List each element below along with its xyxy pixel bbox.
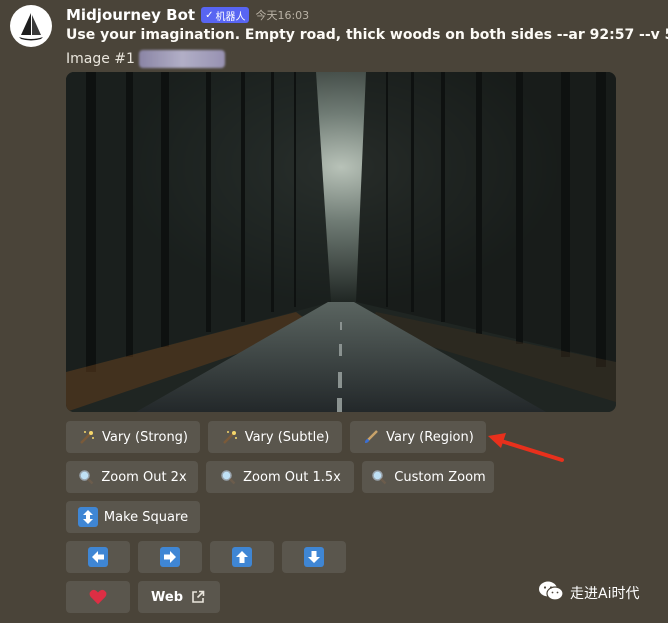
magic-wand-icon xyxy=(78,428,96,446)
custom-zoom-label: Custom Zoom xyxy=(394,469,486,485)
web-button[interactable]: Web xyxy=(138,581,220,613)
watermark-text: 走进Ai时代 xyxy=(570,586,640,602)
annotation-arrow xyxy=(488,433,564,462)
image-label-line: Image #1 xyxy=(66,50,225,68)
external-link-icon xyxy=(189,588,207,606)
checkmark-icon: ✓ xyxy=(205,9,214,21)
zoom-out-2x-label: Zoom Out 2x xyxy=(101,469,187,485)
web-label: Web xyxy=(151,589,183,605)
pan-left-button[interactable] xyxy=(66,541,130,573)
magnifier-icon xyxy=(370,468,388,486)
vary-subtle-button[interactable]: Vary (Subtle) xyxy=(208,421,342,453)
prompt-text: Use your imagination. Empty road, thick … xyxy=(66,27,668,43)
magnifier-icon xyxy=(77,468,95,486)
zoom-out-2x-button[interactable]: Zoom Out 2x xyxy=(66,461,198,493)
magic-wand-icon xyxy=(221,428,239,446)
vary-strong-label: Vary (Strong) xyxy=(101,429,189,445)
arrow-left-icon xyxy=(88,547,108,567)
timestamp: 今天16:03 xyxy=(255,9,310,22)
heart-icon xyxy=(89,588,107,606)
vary-subtle-label: Vary (Subtle) xyxy=(244,429,330,445)
make-square-button[interactable]: Make Square xyxy=(66,501,200,533)
sailboat-icon xyxy=(19,13,43,41)
generated-image[interactable] xyxy=(66,72,616,412)
vary-region-label: Vary (Region) xyxy=(386,429,474,445)
bot-name[interactable]: Midjourney Bot xyxy=(66,6,195,24)
bot-avatar[interactable] xyxy=(10,5,52,47)
zoom-out-1-5x-button[interactable]: Zoom Out 1.5x xyxy=(206,461,354,493)
bot-tag-label: 机器人 xyxy=(215,11,246,23)
custom-zoom-button[interactable]: Custom Zoom xyxy=(362,461,494,493)
watermark: 走进Ai时代 xyxy=(538,580,639,606)
vary-strong-button[interactable]: Vary (Strong) xyxy=(66,421,200,453)
up-down-arrow-icon xyxy=(77,507,98,527)
make-square-label: Make Square xyxy=(103,509,189,525)
arrow-down-icon xyxy=(304,547,324,567)
vary-region-button[interactable]: Vary (Region) xyxy=(350,421,486,453)
pan-up-button[interactable] xyxy=(210,541,274,573)
pan-right-button[interactable] xyxy=(138,541,202,573)
redacted-mention xyxy=(138,50,225,68)
forest-road-image xyxy=(66,72,616,412)
paintbrush-icon xyxy=(362,428,380,446)
magnifier-icon xyxy=(219,468,237,486)
favorite-button[interactable] xyxy=(66,581,130,613)
zoom-out-1-5x-label: Zoom Out 1.5x xyxy=(243,469,341,485)
bot-tag: ✓ 机器人 xyxy=(201,7,250,23)
wechat-icon xyxy=(538,580,564,606)
arrow-right-icon xyxy=(160,547,180,567)
image-label: Image #1 xyxy=(66,51,135,67)
message-header: Midjourney Bot ✓ 机器人 今天16:03 xyxy=(66,5,309,25)
arrow-up-icon xyxy=(232,547,252,567)
pan-down-button[interactable] xyxy=(282,541,346,573)
